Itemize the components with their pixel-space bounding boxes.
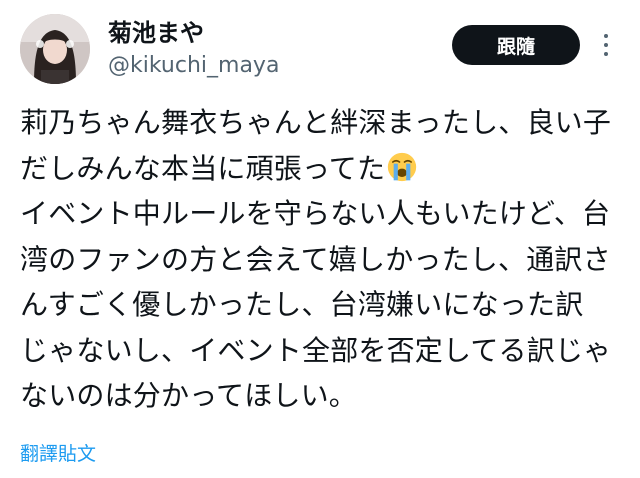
follow-button[interactable]: 跟隨 [452, 25, 580, 65]
loudly-crying-face-emoji [388, 152, 417, 181]
tweet-card: 菊池まや @kikuchi_maya 跟隨 莉乃ちゃん舞衣ちゃんと絆深まったし、… [0, 0, 640, 478]
display-name[interactable]: 菊池まや [108, 18, 204, 48]
tweet-line: 莉乃ちゃん舞衣ちゃんと絆深まったし、良い子 [20, 106, 612, 139]
tweet-line-text: だしみんな本当に頑張ってた [20, 151, 386, 185]
tweet-line: ないのは分かってほしい。 [20, 379, 358, 412]
tweet-text: 莉乃ちゃん舞衣ちゃんと絆深まったし、良い子 だしみんな本当に頑張ってた イベント… [20, 100, 625, 419]
tweet-line-with-emoji: だしみんな本当に頑張ってた [20, 146, 625, 192]
dot [604, 34, 608, 38]
dot [604, 52, 608, 56]
translate-post-link[interactable]: 翻譯貼文 [20, 442, 96, 466]
avatar[interactable] [20, 14, 90, 84]
tweet-line: んすごく優しかったし、台湾嫌いになった訳 [20, 288, 584, 321]
dot [604, 43, 608, 47]
tweet-line: じゃないし、イベント全部を否定してる訳じゃ [20, 333, 612, 367]
user-handle[interactable]: @kikuchi_maya [108, 52, 279, 80]
avatar-image [20, 14, 90, 84]
tweet-line: イベント中ルールを守らない人もいたけど、台 [20, 197, 611, 230]
more-options-icon[interactable] [594, 28, 618, 62]
tweet-line: 湾のファンの方と会えて嬉しかったし、通訳さ [20, 242, 611, 276]
